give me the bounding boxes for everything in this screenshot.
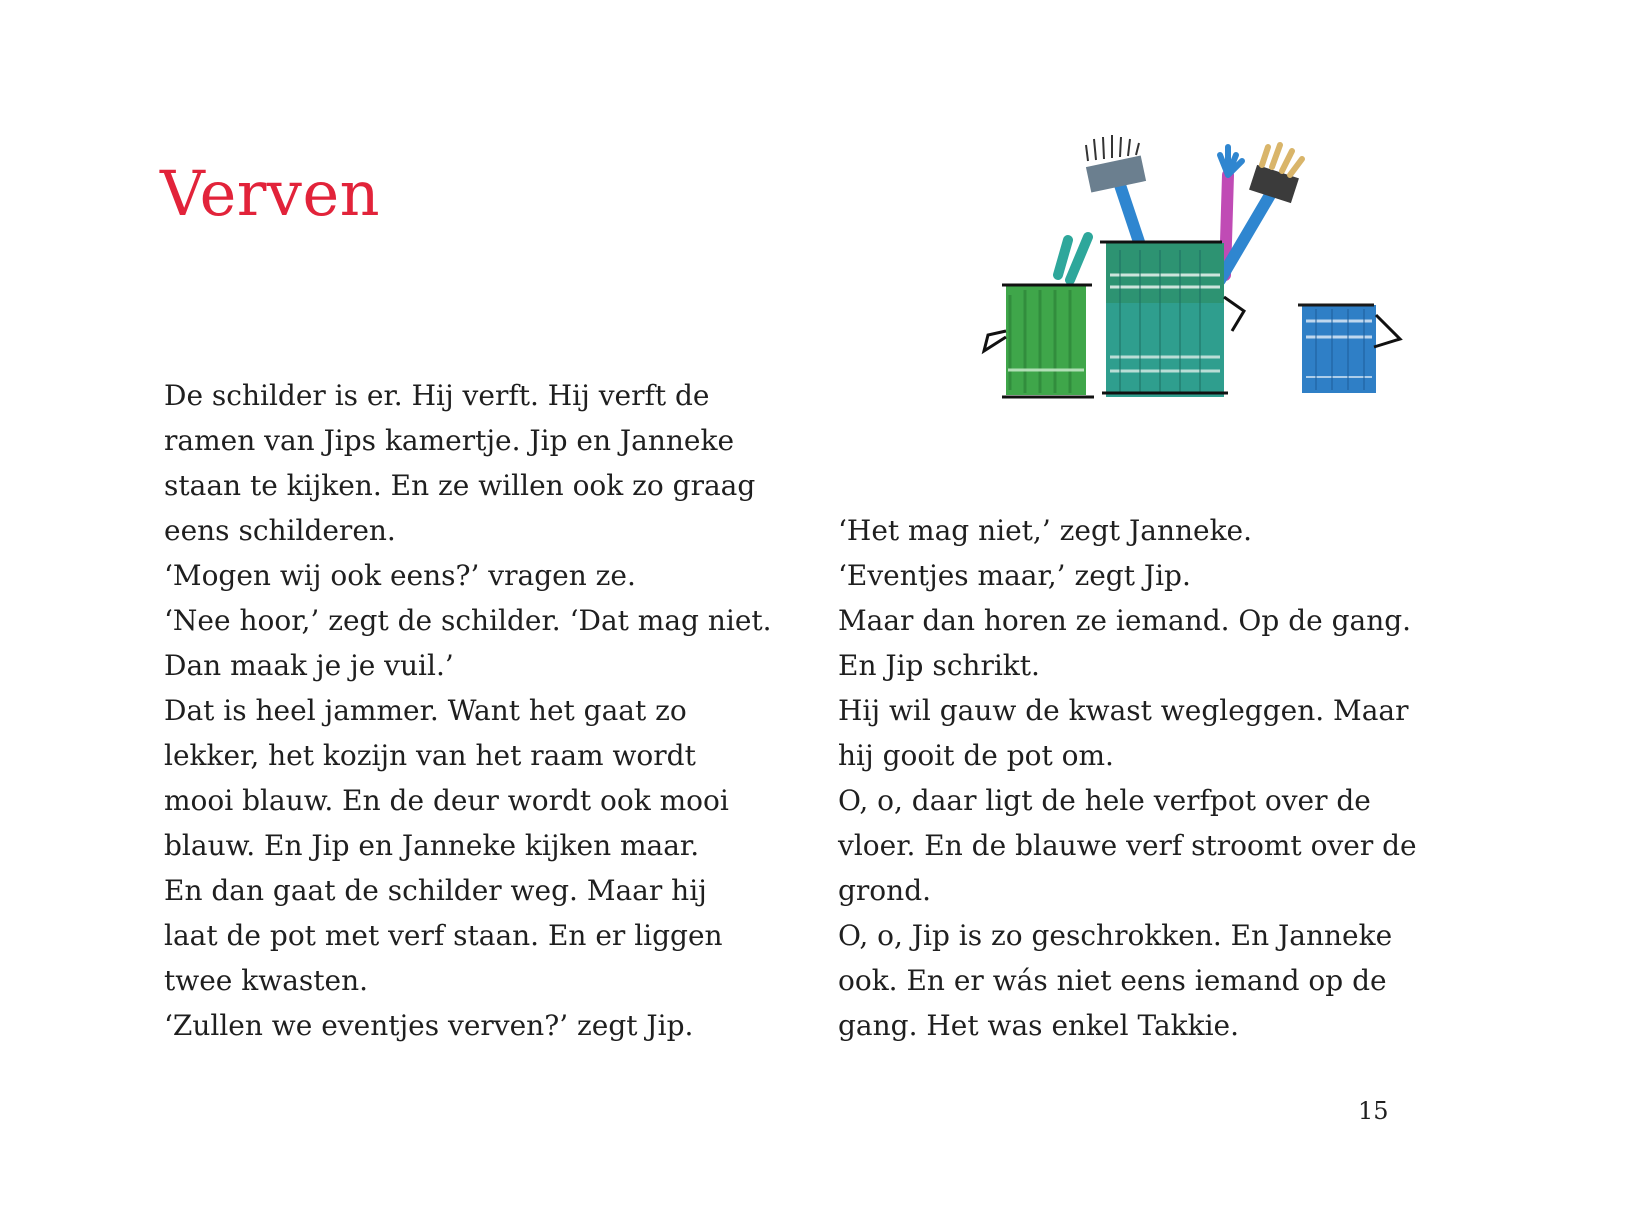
- text-line: Dat is heel jammer. Want het gaat zo: [164, 694, 687, 727]
- page-title: Verven: [160, 157, 381, 230]
- text-line: ‘Het mag niet,’ zegt Janneke.: [838, 514, 1253, 547]
- text-line: lekker, het kozijn van het raam wordt: [164, 739, 696, 772]
- text-line: Maar dan horen ze iemand. Op de gang.: [838, 604, 1412, 637]
- text-line: ‘Zullen we eventjes verven?’ zegt Jip.: [164, 1009, 694, 1042]
- page-number: 15: [1358, 1097, 1389, 1125]
- text-line: gang. Het was enkel Takkie.: [838, 1009, 1239, 1042]
- text-line: En dan gaat de schilder weg. Maar hij: [164, 874, 707, 907]
- text-line: En Jip schrikt.: [838, 649, 1040, 682]
- text-line: blauw. En Jip en Janneke kijken maar.: [164, 829, 700, 862]
- left-text-column: De schilder is er. Hij verft. Hij verft …: [164, 373, 804, 1048]
- text-line: staan te kijken. En ze willen ook zo gra…: [164, 469, 756, 502]
- right-text-column: ‘Het mag niet,’ zegt Janneke. ‘Eventjes …: [838, 508, 1478, 1048]
- text-line: mooi blauw. En de deur wordt ook mooi: [164, 784, 729, 817]
- text-line: O, o, daar ligt de hele verfpot over de: [838, 784, 1371, 817]
- blue-paint-pot: [1298, 303, 1403, 393]
- text-line: ‘Mogen wij ook eens?’ vragen ze.: [164, 559, 636, 592]
- text-line: ramen van Jips kamertje. Jip en Janneke: [164, 424, 735, 457]
- text-line: Dan maak je je vuil.’: [164, 649, 454, 682]
- text-line: hij gooit de pot om.: [838, 739, 1114, 772]
- green-paint-pot: [981, 232, 1094, 399]
- text-line: twee kwasten.: [164, 964, 369, 997]
- teal-paint-pot: [1085, 135, 1305, 397]
- text-line: eens schilderen.: [164, 514, 396, 547]
- text-line: ‘Nee hoor,’ zegt de schilder. ‘Dat mag n…: [164, 604, 772, 637]
- text-line: ook. En er wás niet eens iemand op de: [838, 964, 1387, 997]
- paint-pots-illustration: [981, 135, 1403, 399]
- text-line: Hij wil gauw de kwast wegleggen. Maar: [838, 694, 1409, 727]
- text-line: O, o, Jip is zo geschrokken. En Janneke: [838, 919, 1393, 952]
- text-line: ‘Eventjes maar,’ zegt Jip.: [838, 559, 1191, 592]
- text-line: De schilder is er. Hij verft. Hij verft …: [164, 379, 710, 412]
- book-page: Verven De schilder is er. Hij verft. Hij…: [0, 0, 1632, 1225]
- text-line: grond.: [838, 874, 932, 907]
- text-line: vloer. En de blauwe verf stroomt over de: [838, 829, 1417, 862]
- text-line: laat de pot met verf staan. En er liggen: [164, 919, 723, 952]
